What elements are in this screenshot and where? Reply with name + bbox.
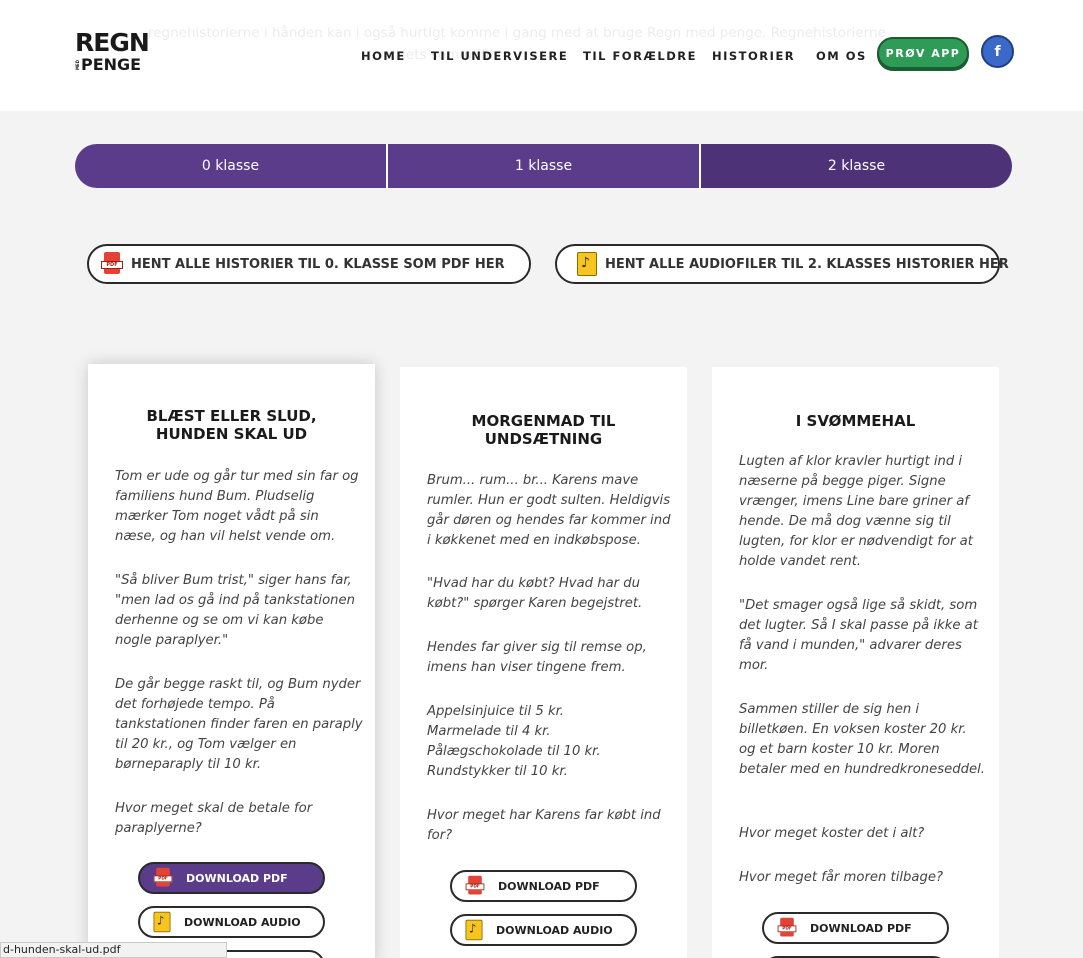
tab-1-klasse[interactable]: 1 klasse [386,144,699,188]
story-title: BLÆST ELLER SLUD, HUNDEN SKAL UD [146,407,317,443]
story-card: BLÆST ELLER SLUD, HUNDEN SKAL UD Tom er … [88,364,375,958]
site-header: REGN MED PENGE regnehistorierne i hånden… [0,0,1083,111]
story-question: Hvor meget skal de betale for paraplyern… [115,801,313,836]
logo-regn: REGN [75,28,150,57]
logo-penge: PENGE [81,55,142,74]
story-paragraph: De går begge raskt til, og Bum nyder det… [115,677,363,772]
download-all-audio-button[interactable]: HENT ALLE AUDIOFILER TIL 2. KLASSES HIST… [555,244,1009,284]
story-paragraph: Brum... rum... br... Karens mave rumler.… [427,473,671,548]
pdf-icon: PDF [101,252,123,276]
story-paragraph: "Det smager også lige så skidt, som det … [739,598,978,673]
tab-0-klasse[interactable]: 0 klasse [75,144,386,188]
story-card: MORGENMAD TIL UNDSÆTNING Brum... rum... … [400,367,687,958]
download-all-pdf-button[interactable]: PDF HENT ALLE HISTORIER TIL 0. KLASSE SO… [87,244,531,284]
story-paragraph: "Hvad har du købt? Hvad har du købt?" sp… [427,576,643,611]
logo-med: MED [75,59,80,71]
link-status-bar: d-hunden-skal-ud.pdf [0,942,227,958]
story-paragraph: Lugten af klor kravler hurtigt ind i næs… [739,454,973,569]
download-pdf-label: DOWNLOAD PDF [810,921,912,935]
grade-tabs: 0 klasse 1 klasse 2 klasse [75,144,1012,188]
download-audio-label: DOWNLOAD AUDIO [496,923,613,937]
nav-til-undervisere[interactable]: TIL UNDERVISERE [431,49,568,63]
story-paragraph: Hendes far giver sig til remse op, imens… [427,640,647,675]
ghost-text-line1: regnehistorierne i hånden kan i også hur… [148,25,886,41]
story-price-list: Appelsinjuice til 5 kr. Marmelade til 4 … [427,704,601,779]
pdf-icon: PDF [153,867,173,888]
download-audio-button[interactable]: DOWNLOAD AUDIO [450,914,637,946]
story-paragraph: "Så bliver Bum trist," siger hans far, "… [115,573,355,648]
try-app-button[interactable]: PRØV APP [877,37,969,69]
download-audio-button[interactable]: DOWNLOAD AUDIO [138,906,325,938]
download-all-audio-label: HENT ALLE AUDIOFILER TIL 2. KLASSES HIST… [605,256,1009,272]
nav-historier[interactable]: HISTORIER [712,49,795,63]
story-paragraph: Sammen stiller de sig hen i billetkøen. … [739,702,985,777]
story-question: Hvor meget har Karens far købt ind for? [427,808,661,843]
download-all-pdf-label: HENT ALLE HISTORIER TIL 0. KLASSE SOM PD… [131,256,505,272]
story-title: I SVØMMEHAL [795,412,916,430]
nav-om-os[interactable]: OM OS [816,49,867,63]
facebook-icon[interactable]: f [981,35,1014,68]
audio-file-icon [577,252,597,276]
nav-home[interactable]: HOME [361,49,406,63]
download-pdf-button[interactable]: PDF DOWNLOAD PDF [138,862,325,894]
story-card: I SVØMMEHAL Lugten af klor kravler hurti… [712,367,999,958]
site-logo[interactable]: REGN MED PENGE [75,28,150,78]
story-question: Hvor meget koster det i alt? [739,826,925,841]
story-question: Hvor meget får moren tilbage? [739,870,943,885]
download-audio-label: DOWNLOAD AUDIO [184,915,301,929]
audio-file-icon [153,911,171,933]
pdf-icon: PDF [777,917,797,938]
download-pdf-button[interactable]: PDF DOWNLOAD PDF [450,870,637,902]
story-paragraph: Tom er ude og går tur med sin far og fam… [115,469,359,544]
nav-til-foraeldre[interactable]: TIL FORÆLDRE [583,49,697,63]
audio-file-icon [465,919,483,941]
download-pdf-label: DOWNLOAD PDF [186,871,288,885]
pdf-icon: PDF [465,875,485,896]
download-pdf-button[interactable]: PDF DOWNLOAD PDF [762,912,949,944]
tab-2-klasse[interactable]: 2 klasse [699,144,1012,188]
story-title: MORGENMAD TIL UNDSÆTNING [471,412,616,448]
download-pdf-label: DOWNLOAD PDF [498,879,600,893]
